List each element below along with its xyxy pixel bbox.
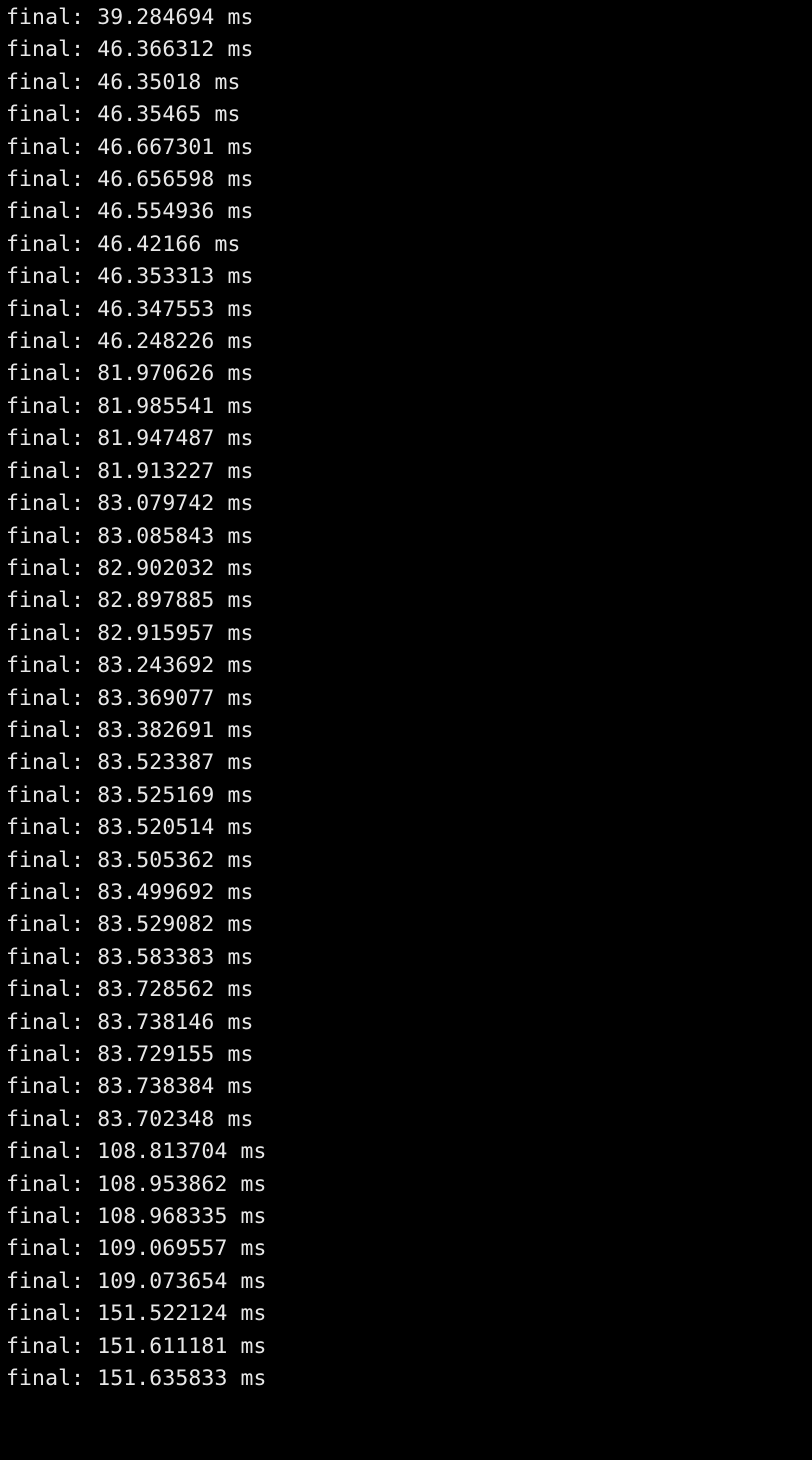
log-line: final: 81.947487 ms [6,423,812,455]
log-line: final: 46.554936 ms [6,196,812,228]
log-line: final: 151.635833 ms [6,1363,812,1395]
log-line: final: 83.583383 ms [6,942,812,974]
log-line: final: 46.347553 ms [6,294,812,326]
log-line: final: 83.729155 ms [6,1039,812,1071]
log-line: final: 46.366312 ms [6,34,812,66]
log-line: final: 108.968335 ms [6,1201,812,1233]
log-line: final: 83.505362 ms [6,845,812,877]
log-line: final: 46.42166 ms [6,229,812,261]
log-line: final: 83.529082 ms [6,909,812,941]
log-line: final: 151.611181 ms [6,1331,812,1363]
log-line: final: 109.069557 ms [6,1233,812,1265]
log-line: final: 82.897885 ms [6,585,812,617]
log-line: final: 83.525169 ms [6,780,812,812]
terminal-output[interactable]: final: 39.284694 msfinal: 46.366312 msfi… [0,0,812,1395]
log-line: final: 151.522124 ms [6,1298,812,1330]
log-line: final: 81.985541 ms [6,391,812,423]
log-line: final: 81.913227 ms [6,456,812,488]
log-line: final: 83.369077 ms [6,683,812,715]
log-line: final: 108.813704 ms [6,1136,812,1168]
log-line: final: 46.248226 ms [6,326,812,358]
log-line: final: 46.35018 ms [6,67,812,99]
log-line: final: 83.702348 ms [6,1104,812,1136]
log-line: final: 83.523387 ms [6,747,812,779]
log-line: final: 83.728562 ms [6,974,812,1006]
log-line: final: 109.073654 ms [6,1266,812,1298]
log-line: final: 83.079742 ms [6,488,812,520]
log-line: final: 81.970626 ms [6,358,812,390]
log-line: final: 83.738384 ms [6,1071,812,1103]
log-line: final: 46.656598 ms [6,164,812,196]
log-line: final: 83.499692 ms [6,877,812,909]
log-line: final: 108.953862 ms [6,1169,812,1201]
log-line: final: 46.667301 ms [6,132,812,164]
log-line: final: 46.353313 ms [6,261,812,293]
log-line: final: 83.382691 ms [6,715,812,747]
log-line: final: 83.243692 ms [6,650,812,682]
log-line: final: 83.738146 ms [6,1007,812,1039]
log-line: final: 39.284694 ms [6,2,812,34]
log-line: final: 46.35465 ms [6,99,812,131]
log-line: final: 82.902032 ms [6,553,812,585]
log-line: final: 82.915957 ms [6,618,812,650]
log-line: final: 83.520514 ms [6,812,812,844]
log-line: final: 83.085843 ms [6,521,812,553]
